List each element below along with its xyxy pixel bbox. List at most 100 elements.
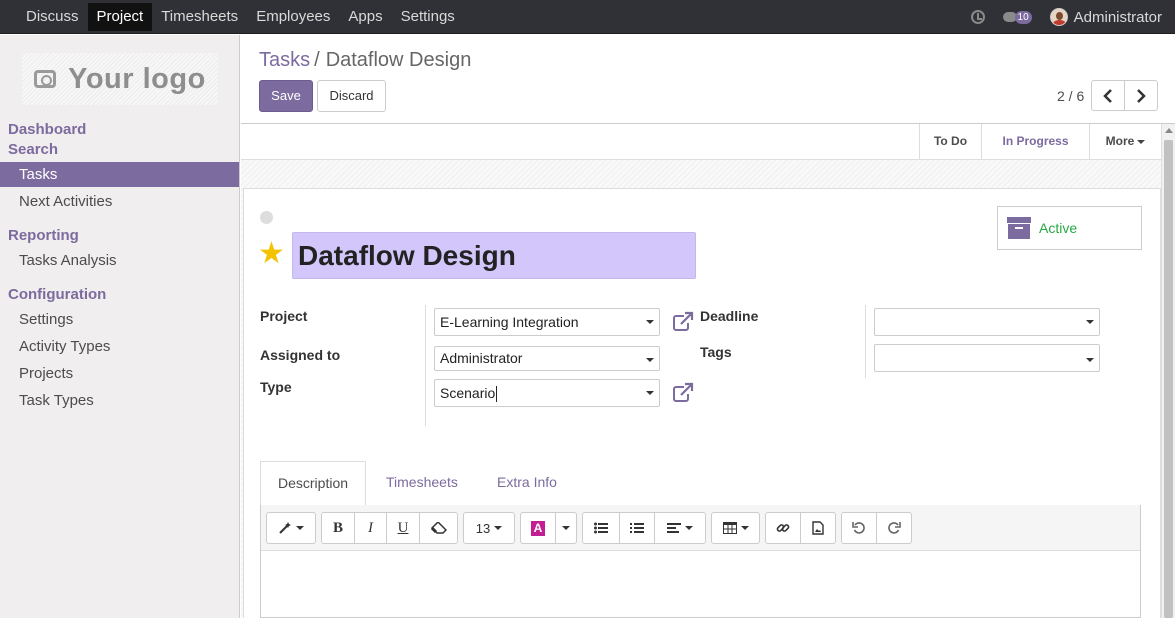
bullet-list-button[interactable] (582, 512, 620, 544)
undo-button[interactable] (841, 512, 877, 544)
assigned-to-select[interactable]: Administrator (434, 346, 660, 371)
user-menu[interactable]: Administrator (1074, 9, 1162, 26)
assigned-to-label: Assigned to (260, 347, 341, 363)
text-cursor (496, 386, 498, 403)
form-statusbar: To Do In Progress More (241, 124, 1161, 160)
messages-badge: 10 (1014, 10, 1032, 24)
archive-icon (1007, 217, 1031, 239)
project-label: Project (260, 308, 308, 324)
breadcrumb: Tasks / Dataflow Design (259, 49, 471, 72)
project-select[interactable]: E-Learning Integration (434, 308, 660, 336)
stage-more-dropdown[interactable]: More (1089, 124, 1161, 159)
breadcrumb-separator: / (314, 49, 320, 71)
underline-button[interactable]: U (386, 512, 420, 544)
font-size-dropdown[interactable]: 13 (463, 512, 515, 544)
scrollbar[interactable] (1161, 124, 1175, 618)
dropdown-caret-icon (646, 358, 654, 362)
tab-timesheets[interactable]: Timesheets (386, 461, 458, 505)
clear-format-button[interactable] (419, 512, 458, 544)
redo-icon (888, 522, 901, 534)
sidebar-item-projects[interactable]: Projects (0, 361, 239, 386)
external-link-icon[interactable] (672, 311, 694, 333)
camera-icon (34, 70, 57, 88)
type-label: Type (260, 379, 292, 395)
type-value: Scenario (440, 385, 496, 401)
more-label: More (1105, 134, 1135, 148)
sidebar: Your logo Dashboard Search Tasks Next Ac… (0, 35, 240, 618)
sidebar-reporting[interactable]: Reporting (8, 227, 79, 244)
sidebar-item-task-types[interactable]: Task Types (0, 388, 239, 413)
insert-image-button[interactable] (800, 512, 836, 544)
tags-input[interactable] (874, 344, 1100, 372)
menu-settings[interactable]: Settings (392, 3, 464, 31)
undo-icon (852, 522, 865, 534)
insert-link-button[interactable] (765, 512, 801, 544)
sidebar-search[interactable]: Search (8, 141, 58, 158)
sidebar-item-next-activities[interactable]: Next Activities (0, 189, 239, 214)
pager-value[interactable]: 2 / 6 (1057, 88, 1084, 104)
text-color-button[interactable]: A (520, 512, 556, 544)
stage-to-do[interactable]: To Do (919, 124, 981, 159)
align-left-icon (667, 523, 681, 533)
project-value: E-Learning Integration (440, 314, 579, 330)
italic-button[interactable]: I (354, 512, 387, 544)
app-menu: Discuss Project Timesheets Employees App… (0, 0, 464, 34)
chevron-right-icon (1137, 88, 1146, 103)
table-dropdown-button[interactable] (711, 512, 760, 544)
save-button[interactable]: Save (259, 80, 313, 112)
discard-button[interactable]: Discard (317, 80, 386, 112)
menu-employees[interactable]: Employees (247, 3, 339, 31)
color-dropdown-button[interactable] (555, 512, 577, 544)
stage-in-progress[interactable]: In Progress (981, 124, 1089, 159)
sidebar-dashboard[interactable]: Dashboard (8, 121, 86, 138)
description-editor[interactable]: B I U 13 A (260, 505, 1141, 618)
chevron-left-icon (1103, 88, 1112, 103)
breadcrumb-tasks-link[interactable]: Tasks (259, 49, 310, 71)
image-file-icon (812, 521, 824, 535)
tab-description[interactable]: Description (260, 461, 366, 505)
numbered-list-button[interactable] (619, 512, 655, 544)
menu-discuss[interactable]: Discuss (17, 3, 88, 31)
active-label: Active (1039, 220, 1078, 236)
menu-timesheets[interactable]: Timesheets (152, 3, 247, 31)
caret-down-icon (1137, 139, 1146, 144)
bullet-list-icon (594, 522, 608, 534)
column-divider (425, 305, 426, 426)
kanban-state-dot[interactable] (260, 211, 273, 224)
pager-next-button[interactable] (1124, 80, 1158, 111)
style-dropdown-button[interactable] (266, 512, 316, 544)
company-logo[interactable]: Your logo (22, 53, 218, 105)
numbered-list-icon (630, 523, 644, 533)
menu-project[interactable]: Project (87, 3, 153, 31)
user-avatar[interactable] (1049, 8, 1068, 26)
sidebar-item-activity-types[interactable]: Activity Types (0, 334, 239, 359)
task-title-input[interactable]: Dataflow Design (292, 232, 696, 279)
logo-text: Your logo (68, 62, 206, 95)
active-toggle-button[interactable]: Active (997, 206, 1142, 250)
assigned-value: Administrator (440, 350, 523, 366)
sidebar-configuration[interactable]: Configuration (8, 286, 106, 303)
table-icon (722, 522, 737, 534)
menu-apps[interactable]: Apps (339, 3, 391, 31)
priority-star-icon[interactable]: ★ (258, 239, 285, 269)
tab-extra-info[interactable]: Extra Info (497, 461, 557, 505)
deadline-input[interactable] (874, 308, 1100, 336)
sidebar-item-tasks-analysis[interactable]: Tasks Analysis (0, 248, 239, 273)
type-select[interactable]: Scenario (434, 379, 660, 407)
paragraph-align-dropdown[interactable] (654, 512, 706, 544)
scroll-up-arrow-icon[interactable] (1165, 128, 1173, 133)
breadcrumb-current: Dataflow Design (325, 49, 472, 71)
systray: 10 Administrator (970, 0, 1175, 34)
dropdown-caret-icon (1086, 320, 1094, 324)
redo-button[interactable] (876, 512, 912, 544)
pager-previous-button[interactable] (1091, 80, 1125, 111)
magic-wand-icon (279, 522, 291, 534)
scroll-thumb[interactable] (1164, 140, 1173, 618)
activity-clock-icon[interactable] (970, 10, 985, 24)
bold-button[interactable]: B (321, 512, 355, 544)
sidebar-item-tasks[interactable]: Tasks (0, 162, 239, 187)
link-icon (776, 524, 790, 532)
messages-button[interactable]: 10 (1002, 10, 1032, 24)
external-link-icon[interactable] (672, 382, 694, 404)
sidebar-item-settings[interactable]: Settings (0, 307, 239, 332)
